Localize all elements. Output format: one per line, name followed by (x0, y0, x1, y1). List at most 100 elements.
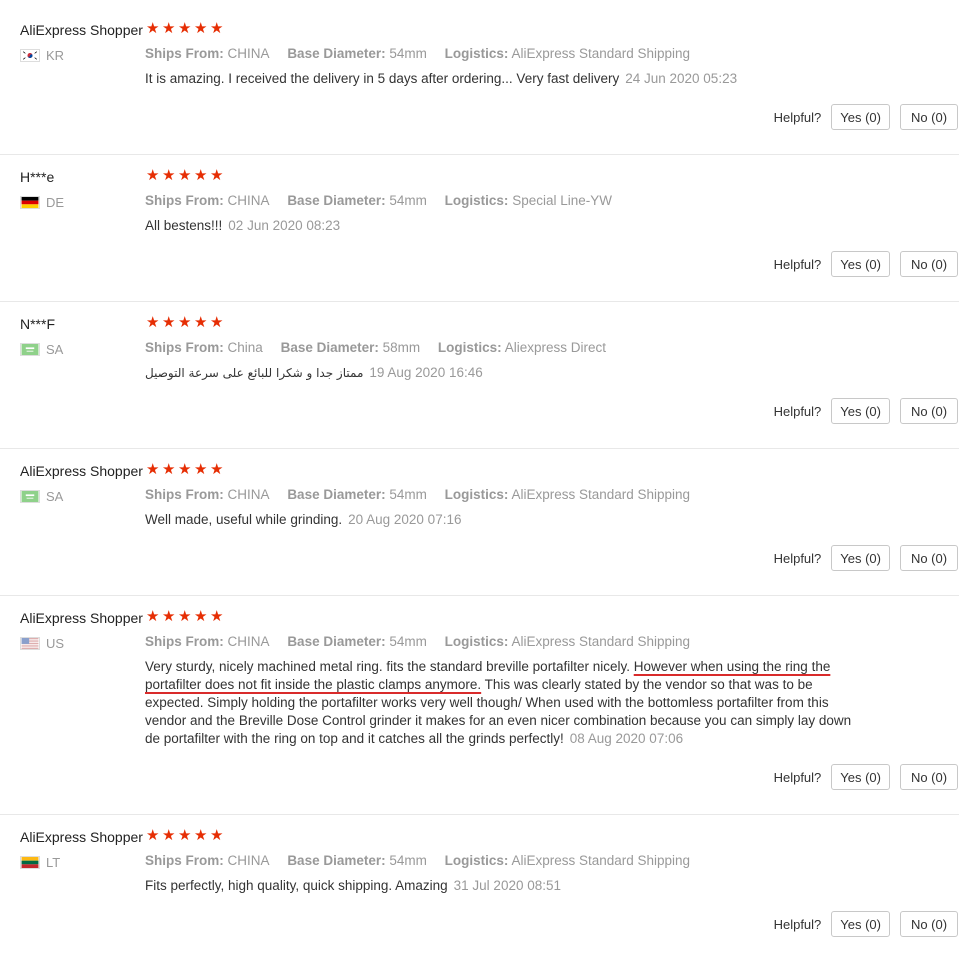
rating-stars: ★ ★ ★ ★ ★ (146, 167, 224, 184)
helpful-label: Helpful? (773, 256, 822, 272)
star-icon: ★ (162, 608, 176, 625)
country-code: US (46, 636, 65, 651)
usa-flag-icon (20, 637, 40, 650)
prop-value: China (227, 340, 263, 355)
review-content: Fits perfectly, high quality, quick ship… (145, 877, 875, 895)
review-properties: Ships From: CHINA Base Diameter: 54mm Lo… (145, 853, 704, 868)
country-code: DE (46, 195, 65, 210)
prop-value: CHINA (227, 193, 270, 208)
reviewer-country: DE (20, 195, 64, 210)
germany-flag-icon (20, 196, 40, 209)
star-icon: ★ (178, 608, 192, 625)
prop-value: 54mm (389, 634, 427, 649)
helpful-no-button[interactable]: No (0) (900, 104, 958, 130)
reviewer-name: H***e (20, 169, 55, 185)
reviewer-name: N***F (20, 316, 56, 332)
prop-key: Base Diameter: (287, 634, 386, 649)
review-item: AliExpress Shopper US ★ ★ ★ ★ ★ Ships From: … (0, 588, 959, 815)
review-item: N***F SA ★ ★ ★ ★ ★ Ships From: China Base Di… (0, 294, 959, 449)
rating-stars: ★ ★ ★ ★ ★ (146, 314, 224, 331)
star-icon: ★ (210, 167, 224, 184)
helpful-controls: Helpful? Yes (0) No (0) (774, 911, 958, 937)
review-content: It is amazing. I received the delivery i… (145, 70, 875, 88)
helpful-yes-button[interactable]: Yes (0) (831, 911, 890, 937)
review-date: 31 Jul 2020 08:51 (453, 878, 561, 893)
star-icon: ★ (210, 20, 224, 37)
review-content: Well made, useful while grinding. 20 Aug … (145, 511, 875, 529)
star-icon: ★ (146, 20, 160, 37)
saudi-arabia-flag-icon (20, 490, 40, 503)
review-text: ممتاز جدا و شكرا للبائع على سرعة التوصيل (145, 366, 364, 380)
helpful-controls: Helpful? Yes (0) No (0) (774, 764, 958, 790)
helpful-controls: Helpful? Yes (0) No (0) (774, 251, 958, 277)
prop-key: Ships From: (145, 340, 224, 355)
prop-value: Aliexpress Direct (504, 340, 606, 355)
saudi-arabia-flag-icon (20, 343, 40, 356)
helpful-yes-button[interactable]: Yes (0) (831, 398, 890, 424)
prop-key: Logistics: (437, 340, 502, 355)
reviewer-name: AliExpress Shopper (20, 463, 143, 479)
helpful-label: Helpful? (773, 916, 822, 932)
star-icon: ★ (194, 20, 208, 37)
review-date: 24 Jun 2020 05:23 (625, 71, 738, 86)
helpful-label: Helpful? (773, 550, 822, 566)
star-icon: ★ (146, 167, 160, 184)
helpful-no-button[interactable]: No (0) (900, 911, 958, 937)
helpful-label: Helpful? (773, 769, 822, 785)
helpful-no-button[interactable]: No (0) (900, 251, 958, 277)
star-icon: ★ (178, 314, 192, 331)
reviewer-country: US (20, 636, 64, 651)
country-code: LT (46, 855, 61, 870)
helpful-no-button[interactable]: No (0) (900, 545, 958, 571)
star-icon: ★ (178, 20, 192, 37)
helpful-yes-button[interactable]: Yes (0) (831, 545, 890, 571)
helpful-no-button[interactable]: No (0) (900, 398, 958, 424)
helpful-yes-button[interactable]: Yes (0) (831, 251, 890, 277)
prop-value: 54mm (389, 487, 427, 502)
star-icon: ★ (210, 827, 224, 844)
star-icon: ★ (210, 314, 224, 331)
prop-value: AliExpress Standard Shipping (511, 46, 691, 61)
review-text: It is amazing. I received the delivery i… (145, 71, 620, 86)
reviewer-name: AliExpress Shopper (20, 829, 143, 845)
star-icon: ★ (210, 608, 224, 625)
review-date: 02 Jun 2020 08:23 (228, 218, 341, 233)
star-icon: ★ (194, 461, 208, 478)
country-code: SA (46, 342, 64, 357)
prop-key: Base Diameter: (287, 487, 386, 502)
prop-key: Logistics: (444, 853, 509, 868)
star-icon: ★ (146, 314, 160, 331)
star-icon: ★ (162, 461, 176, 478)
star-icon: ★ (194, 314, 208, 331)
reviewer-country: SA (20, 342, 63, 357)
reviewer-country: KR (20, 48, 64, 63)
prop-value: 54mm (389, 193, 427, 208)
country-code: SA (46, 489, 64, 504)
prop-key: Ships From: (145, 46, 224, 61)
helpful-no-button[interactable]: No (0) (900, 764, 958, 790)
helpful-yes-button[interactable]: Yes (0) (831, 764, 890, 790)
star-icon: ★ (178, 167, 192, 184)
review-properties: Ships From: CHINA Base Diameter: 54mm Lo… (145, 487, 704, 502)
review-date: 19 Aug 2020 16:46 (369, 365, 483, 380)
prop-key: Logistics: (444, 46, 509, 61)
star-icon: ★ (178, 461, 192, 478)
rating-stars: ★ ★ ★ ★ ★ (146, 827, 224, 844)
review-date: 20 Aug 2020 07:16 (348, 512, 462, 527)
prop-key: Logistics: (444, 634, 509, 649)
prop-key: Logistics: (444, 193, 509, 208)
country-code: KR (46, 48, 65, 63)
reviewer-name: AliExpress Shopper (20, 22, 143, 38)
review-content: ممتاز جدا و شكرا للبائع على سرعة التوصيل… (145, 364, 875, 382)
star-icon: ★ (162, 167, 176, 184)
helpful-yes-button[interactable]: Yes (0) (831, 104, 890, 130)
star-icon: ★ (162, 827, 176, 844)
helpful-label: Helpful? (773, 109, 822, 125)
prop-key: Base Diameter: (287, 853, 386, 868)
review-item: H***e DE ★ ★ ★ ★ ★ Ships From: CHINA Base Di… (0, 147, 959, 302)
prop-value: AliExpress Standard Shipping (511, 487, 691, 502)
prop-value: AliExpress Standard Shipping (511, 634, 691, 649)
review-content: Very sturdy, nicely machined metal ring.… (145, 658, 867, 748)
lithuania-flag-icon (20, 856, 40, 869)
review-text-part: Very sturdy, nicely machined metal ring.… (145, 659, 634, 674)
